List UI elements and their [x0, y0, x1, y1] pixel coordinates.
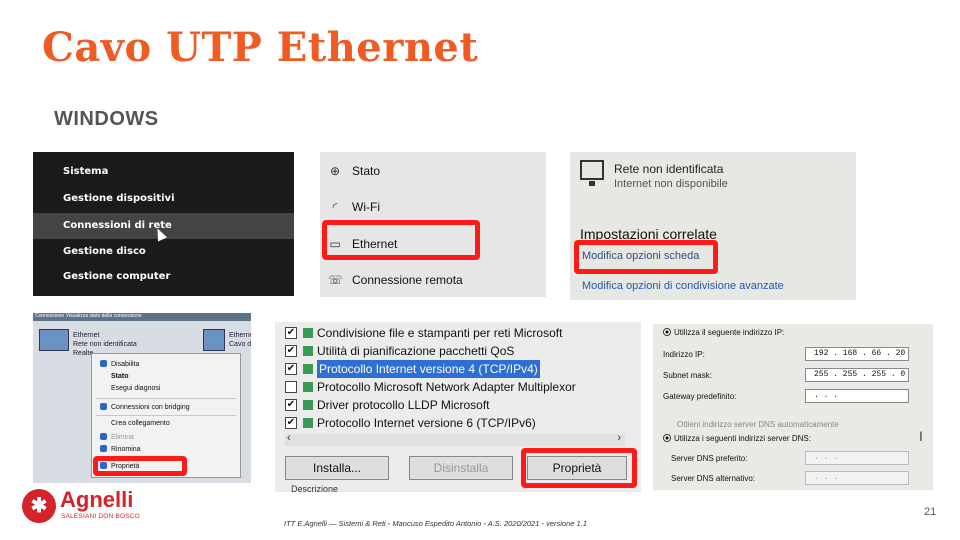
protocol-item[interactable]: ✔ Protocollo Internet versione 6 (TCP/IP…	[285, 414, 625, 432]
radio-use-dns[interactable]: Utilizza i seguenti indirizzi server DNS…	[663, 434, 811, 443]
screenshot-protocol-list: ✔ Condivisione file e stampanti per reti…	[275, 322, 641, 492]
description-label: Descrizione	[291, 484, 339, 492]
uninstall-button: Disinstalla	[409, 456, 513, 480]
menu-item-rinomina[interactable]: Rinomina	[100, 445, 141, 453]
footer-credit: ITT E.Agnelli — Sistemi & Reti - Mancuso…	[284, 519, 587, 528]
dns-preferred-label: Server DNS preferito:	[671, 454, 748, 463]
subnet-mask-field[interactable]: 255 . 255 . 255 . 0	[805, 368, 909, 382]
network-adapter-icon[interactable]	[203, 329, 225, 351]
screenshot-start-menu: Sistema Gestione dispositivi Connessioni…	[33, 152, 294, 296]
highlight-box	[521, 448, 637, 488]
protocol-icon	[303, 328, 313, 338]
text-cursor-icon: I	[919, 428, 923, 444]
nav-item-label: Stato	[352, 164, 381, 178]
dns-alternate-label: Server DNS alternativo:	[671, 474, 756, 483]
logo-tagline: SALESIANI DON BOSCO	[61, 513, 140, 520]
shield-icon	[100, 403, 107, 410]
menu-item-stato[interactable]: Stato	[111, 373, 129, 380]
agnelli-logo: ✱ Agnelli SALESIANI DON BOSCO	[22, 487, 146, 529]
protocol-item[interactable]: Protocollo Microsoft Network Adapter Mul…	[285, 378, 625, 396]
gateway-field[interactable]: . . .	[805, 389, 909, 403]
ip-label: Indirizzo IP:	[663, 350, 705, 359]
shield-icon	[100, 433, 107, 440]
checkbox[interactable]: ✔	[285, 363, 297, 375]
menu-item-disabilita[interactable]: Disabilita	[100, 360, 139, 368]
adapter-name: Ethernet	[73, 332, 100, 339]
ip-address-field[interactable]: 192 . 168 . 66 . 20	[805, 347, 909, 361]
status-icon: ⊕	[329, 164, 341, 178]
highlight-box	[574, 240, 718, 274]
adapter-status: Rete non identificata	[73, 341, 137, 348]
wifi-icon: ◜	[332, 200, 338, 214]
chevron-right-icon[interactable]: ›	[617, 432, 621, 444]
nav-item-connessione-remota[interactable]: ☏ Connessione remota	[320, 265, 546, 295]
menu-item-crea-collegamento[interactable]: Crea collegamento	[111, 420, 170, 427]
protocol-icon	[303, 400, 313, 410]
link-opzioni-condivisione-avanzate[interactable]: Modifica opzioni di condivisione avanzat…	[582, 280, 784, 292]
nav-item-label: Wi-Fi	[352, 200, 380, 214]
chevron-left-icon[interactable]: ‹	[287, 432, 291, 444]
checkbox[interactable]: ✔	[285, 345, 297, 357]
slide-subtitle: WINDOWS	[54, 108, 159, 130]
menu-item-gestione-dispositivi[interactable]: Gestione dispositivi	[33, 186, 294, 212]
dns-alternate-field[interactable]: . . .	[805, 471, 909, 485]
radio-use-ip[interactable]: Utilizza il seguente indirizzo IP:	[663, 328, 784, 337]
menu-item-elimina: Elimina	[100, 433, 134, 441]
shield-icon	[100, 445, 107, 452]
adapter-name: Etherne	[229, 332, 251, 339]
protocol-item[interactable]: ✔ Condivisione file e stampanti per reti…	[285, 324, 625, 342]
toolbar: Connessione Visualizza stato della conne…	[33, 313, 251, 321]
checkbox[interactable]: ✔	[285, 399, 297, 411]
checkbox[interactable]: ✔	[285, 417, 297, 429]
logo-name: Agnelli	[60, 487, 134, 512]
nav-item-wifi[interactable]: ◜ Wi-Fi	[320, 192, 546, 222]
adapter-info: Etherne Cavo d	[229, 331, 251, 349]
menu-item-sistema[interactable]: Sistema	[33, 159, 294, 185]
network-adapter-icon[interactable]	[39, 329, 69, 351]
menu-item-esegui-diagnosi[interactable]: Esegui diagnosi	[111, 385, 160, 392]
nav-item-stato[interactable]: ⊕ Stato	[320, 156, 546, 186]
screenshot-related-settings: Rete non identificata Internet non dispo…	[570, 152, 856, 300]
gateway-label: Gateway predefinito:	[663, 392, 737, 401]
protocol-item[interactable]: ✔ Driver protocollo LLDP Microsoft	[285, 396, 625, 414]
dns-preferred-field[interactable]: . . .	[805, 451, 909, 465]
adapter-status: Cavo d	[229, 341, 251, 348]
mask-label: Subnet mask:	[663, 371, 712, 380]
menu-item-connessioni-bridging[interactable]: Connessioni con bridging	[100, 403, 190, 411]
page-number: 21	[924, 506, 937, 518]
protocol-icon	[303, 382, 313, 392]
screenshot-adapter-menu: Connessione Visualizza stato della conne…	[33, 313, 251, 483]
protocol-item[interactable]: ✔ Utilità di pianificazione pacchetti Qo…	[285, 342, 625, 360]
toolbar-label: Connessione Visualizza stato della conne…	[35, 313, 142, 319]
menu-item-gestione-disco[interactable]: Gestione disco	[33, 239, 294, 265]
radio-icon	[663, 328, 671, 336]
menu-item-gestione-computer[interactable]: Gestione computer	[33, 264, 294, 290]
protocol-icon	[303, 364, 313, 374]
menu-divider	[96, 415, 236, 416]
radio-auto-dns: Ottieni indirizzo server DNS automaticam…	[677, 420, 839, 429]
protocol-item-ipv4[interactable]: ✔ Protocollo Internet versione 4 (TCP/IP…	[285, 360, 625, 378]
checkbox[interactable]: ✔	[285, 327, 297, 339]
logo-person-icon: ✱	[22, 489, 56, 523]
monitor-icon	[580, 160, 604, 186]
screenshot-network-settings: ⊕ Stato ◜ Wi-Fi ▭ Ethernet ☏ Connessione…	[320, 152, 546, 297]
radio-icon	[663, 434, 671, 442]
network-status: Internet non disponibile	[614, 178, 728, 190]
horizontal-scrollbar[interactable]: ‹ ›	[285, 432, 625, 446]
screenshot-ip-settings: Utilizza il seguente indirizzo IP: Indir…	[653, 324, 933, 490]
slide-title: Cavo UTP Ethernet	[42, 24, 479, 71]
install-button[interactable]: Installa...	[285, 456, 389, 480]
menu-divider	[96, 398, 236, 399]
protocol-icon	[303, 418, 313, 428]
highlight-box	[322, 220, 480, 260]
checkbox[interactable]	[285, 381, 297, 393]
shield-icon	[100, 360, 107, 367]
nav-item-label: Connessione remota	[352, 273, 463, 287]
network-name: Rete non identificata	[614, 162, 724, 176]
protocol-icon	[303, 346, 313, 356]
phone-icon: ☏	[328, 273, 344, 287]
highlight-box	[93, 456, 187, 476]
